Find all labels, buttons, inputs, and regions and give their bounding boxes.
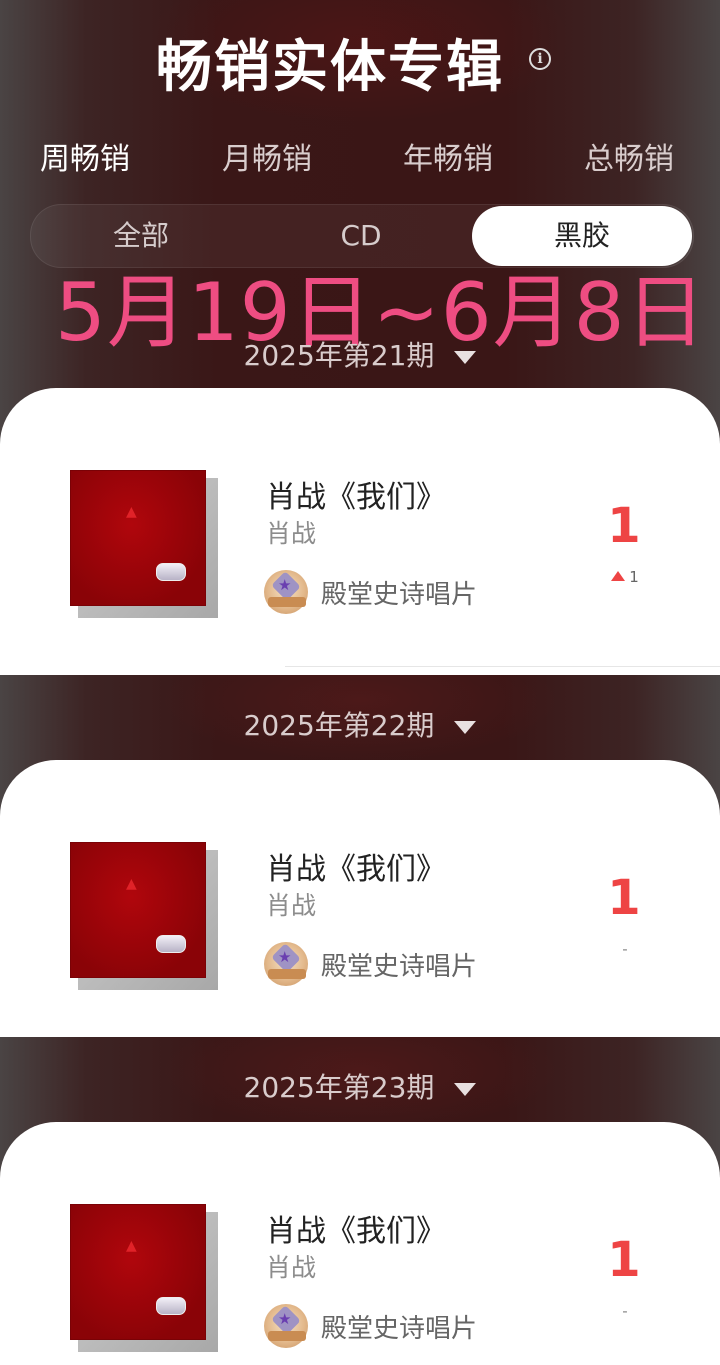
- rank-change: -: [622, 1302, 628, 1320]
- period-selector[interactable]: 2025年第21期: [0, 334, 720, 374]
- divider: [285, 666, 720, 667]
- medal-icon: ★: [264, 570, 310, 614]
- chart-card: ▲ 肖战《我们》 肖战 ★ 殿堂史诗唱片 1 -: [0, 760, 720, 1037]
- period-label: 2025年第22期: [243, 709, 435, 742]
- page-title: 畅销实体专辑: [156, 35, 504, 100]
- medal-icon: ★: [264, 1304, 310, 1348]
- tab-monthly[interactable]: 月畅销: [222, 134, 312, 178]
- rank-number: 1: [607, 498, 641, 554]
- period-selector[interactable]: 2025年第23期: [0, 1066, 720, 1106]
- cover-badge-icon: [156, 935, 186, 953]
- album-artist[interactable]: 肖战: [266, 1248, 316, 1284]
- album-cover[interactable]: ▲: [70, 1204, 218, 1352]
- medal-label: 殿堂史诗唱片: [321, 1314, 478, 1344]
- chart-card: ▲ 肖战《我们》 肖战 ★ 殿堂史诗唱片 1 -: [0, 1122, 720, 1365]
- medal-label: 殿堂史诗唱片: [321, 580, 478, 610]
- dropdown-triangle-icon: [454, 351, 477, 364]
- album-cover[interactable]: ▲: [70, 842, 218, 990]
- period-label: 2025年第21期: [243, 339, 435, 372]
- period-label: 2025年第23期: [243, 1071, 435, 1104]
- tab-total[interactable]: 总畅销: [584, 134, 674, 178]
- cover-badge-icon: [156, 1297, 186, 1315]
- album-artist[interactable]: 肖战: [266, 886, 316, 922]
- album-cover-art: [70, 842, 206, 978]
- album-title[interactable]: 肖战《我们》: [266, 472, 446, 516]
- rank-up-arrow-icon: [611, 570, 626, 581]
- album-cover-art: [70, 1204, 206, 1340]
- info-icon[interactable]: i: [529, 48, 551, 70]
- album-cover[interactable]: ▲: [70, 470, 218, 618]
- cover-mark-icon: ▲: [126, 504, 137, 520]
- dropdown-triangle-icon: [454, 1083, 477, 1096]
- rank-change: -: [622, 940, 628, 958]
- cover-mark-icon: ▲: [126, 876, 137, 892]
- rank-change: 1: [600, 568, 650, 586]
- period-selector[interactable]: 2025年第22期: [0, 704, 720, 744]
- cover-badge-icon: [156, 563, 186, 581]
- tab-yearly[interactable]: 年畅销: [403, 134, 493, 178]
- medal-icon: ★: [264, 942, 310, 986]
- rank-number: 1: [607, 870, 641, 926]
- dropdown-triangle-icon: [454, 721, 477, 734]
- rank-number: 1: [607, 1232, 641, 1288]
- album-title[interactable]: 肖战《我们》: [266, 1206, 446, 1250]
- medal-label: 殿堂史诗唱片: [321, 952, 478, 982]
- album-artist[interactable]: 肖战: [266, 514, 316, 550]
- period-tabs: 周畅销 月畅销 年畅销 总畅销: [0, 134, 720, 178]
- album-title[interactable]: 肖战《我们》: [266, 844, 446, 888]
- chart-card: ▲ 肖战《我们》 肖战 ★ 殿堂史诗唱片 1 1: [0, 388, 720, 675]
- cover-mark-icon: ▲: [126, 1238, 137, 1254]
- tab-weekly[interactable]: 周畅销: [40, 134, 130, 178]
- album-cover-art: [70, 470, 206, 606]
